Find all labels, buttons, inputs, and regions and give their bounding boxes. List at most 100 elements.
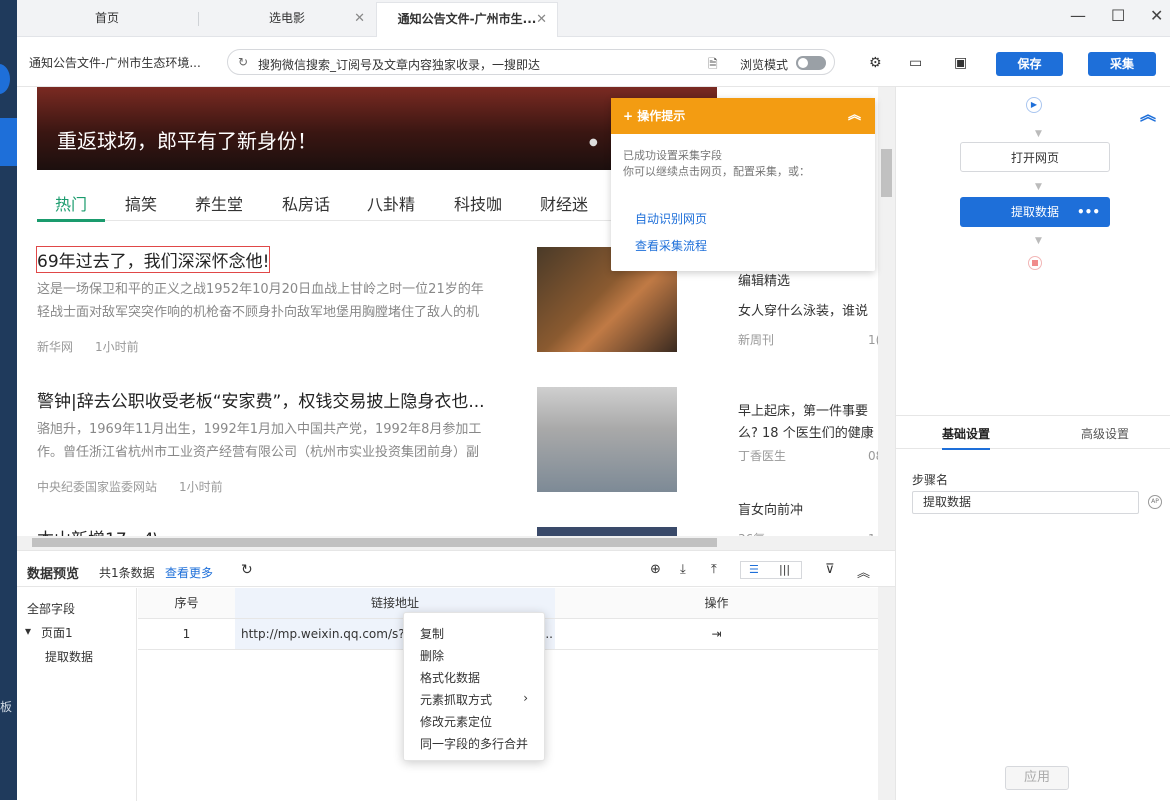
more-icon[interactable]: ••• [1077, 197, 1100, 227]
operation-tip-popup: + 操作提示 ︽ 已成功设置采集字段 你可以继续点击网页，配置采集，或： 自动识别网… [611, 98, 875, 271]
layout-horizontal-icon[interactable]: ▭ [909, 55, 922, 71]
close-icon[interactable]: ✕ [536, 3, 547, 36]
page-vertical-scrollbar[interactable] [878, 87, 895, 536]
sidebar-active-item[interactable] [0, 118, 17, 166]
banner-title: 重返球场，郎平有了新身份！ [57, 129, 317, 153]
context-menu: 复制 删除 格式化数据 元素抓取方式 › 修改元素定位 同一字段的多行合并 [403, 612, 545, 761]
add-field-icon[interactable]: ⊕ [650, 562, 661, 577]
export-icon[interactable]: ⤒ [711, 562, 717, 577]
popup-header: + 操作提示 ︽ [611, 98, 875, 134]
window-close-icon[interactable]: ✕ [1150, 6, 1163, 25]
column-view-icon[interactable]: ||| [779, 563, 790, 576]
chevron-up-icon[interactable]: ︽ [857, 562, 870, 581]
step-name-input[interactable]: 提取数据 [912, 491, 1139, 514]
view-flow-link[interactable]: 查看采集流程 [635, 237, 707, 254]
article-title[interactable]: 警钟|辞去公职收受老板“安家费”，权钱交易披上隐身衣也... [37, 387, 517, 412]
view-toggle-group: ☰ ||| [740, 561, 802, 579]
menu-element-capture[interactable]: 元素抓取方式 [420, 691, 492, 708]
tab-basic-settings[interactable]: 基础设置 [942, 425, 991, 450]
nav-funny[interactable]: 搞笑 [125, 191, 157, 215]
minimize-icon[interactable]: — [1070, 6, 1086, 25]
close-icon[interactable]: ✕ [354, 0, 365, 37]
article-item[interactable]: 警钟|辞去公职收受老板“安家费”，权钱交易披上隐身衣也... 骆旭升，1969年… [37, 387, 517, 495]
tree-field[interactable]: 提取数据 [45, 648, 93, 665]
article-title[interactable]: 69年过去了，我们深深怀念他! [35, 246, 271, 273]
layout-window-icon[interactable]: ▣ [954, 55, 967, 71]
side-title-line2[interactable]: 么? 18 个医生们的健康 [738, 423, 895, 445]
list-view-icon[interactable]: ☰ [749, 563, 759, 576]
tab-select-movie-label: 选电影 [268, 11, 305, 25]
article-meta: 中央纪委国家监委网站 1小时前 [37, 480, 223, 494]
preview-title: 数据预览 [27, 567, 80, 582]
page-horizontal-scrollbar[interactable] [17, 536, 895, 550]
app-avatar[interactable] [0, 64, 10, 94]
scroll-thumb[interactable] [881, 149, 892, 197]
nav-private[interactable]: 私房话 [282, 191, 330, 215]
apply-button[interactable]: 应用 [1005, 766, 1069, 790]
search-placeholder: 搜狗微信搜索_订阅号及文章内容独家收录，一搜即达 [258, 58, 541, 72]
step-name-label: 步骤名 [912, 473, 949, 487]
preview-vertical-scrollbar[interactable] [878, 587, 895, 800]
refresh-icon[interactable]: ↻ [241, 562, 253, 578]
address-search-input[interactable]: ↻ 搜狗微信搜索_订阅号及文章内容独家收录，一搜即达 🗎 浏览模式 [227, 49, 835, 75]
side-title[interactable]: 早上起床，第一件事要 [738, 401, 895, 423]
tab-bar: 首页 选电影 ✕ 通知公告文件-广州市生... ✕ — ☐ ✕ [17, 0, 1170, 37]
nav-health[interactable]: 养生堂 [195, 191, 243, 215]
tree-all-fields[interactable]: 全部字段 [27, 600, 75, 617]
play-icon[interactable]: ▶ [1026, 97, 1042, 113]
connector-arrow-icon: ▼ [1035, 236, 1042, 246]
view-more-link[interactable]: 查看更多 [165, 564, 213, 581]
tab-active-notice[interactable]: 通知公告文件-广州市生... ✕ [376, 2, 558, 37]
stop-icon[interactable] [1028, 256, 1042, 270]
document-icon[interactable]: 🗎 [708, 55, 718, 76]
tab-active-label: 通知公告文件-广州市生... [397, 12, 537, 26]
side-card[interactable]: 编辑精选 女人穿什么泳装，谁说 新周刊 1( [738, 271, 895, 351]
collapse-up-icon[interactable]: ︽ [1140, 101, 1156, 125]
maximize-icon[interactable]: ☐ [1111, 6, 1125, 25]
tab-select-movie[interactable]: 选电影 ✕ [199, 0, 375, 37]
menu-modify-locator[interactable]: 修改元素定位 [420, 713, 492, 730]
side-card[interactable]: 早上起床，第一件事要 么? 18 个医生们的健康 丁香医生 08 [738, 401, 895, 467]
settings-tabs: 基础设置 高级设置 [896, 415, 1170, 450]
cell-index: 1 [138, 619, 235, 650]
menu-copy[interactable]: 复制 [420, 625, 444, 642]
menu-merge-rows[interactable]: 同一字段的多行合并 [420, 735, 528, 752]
save-button[interactable]: 保存 [996, 52, 1063, 76]
tab-home-label: 首页 [94, 11, 119, 25]
chevron-up-icon[interactable]: ︽ [848, 98, 861, 134]
step-extract-label: 提取数据 [1010, 205, 1059, 219]
sidebar-label: 板 [0, 700, 13, 714]
tree-page[interactable]: 页面1 [41, 624, 73, 641]
side-header: 编辑精选 [738, 274, 791, 289]
auto-detect-link[interactable]: 自动识别网页 [635, 210, 707, 227]
step-open-page[interactable]: 打开网页 [960, 142, 1110, 172]
article-desc: 骆旭升，1969年11月出生，1992年1月加入中国共产党，1992年8月参加工… [37, 422, 482, 460]
gear-icon[interactable]: ⚙ [869, 55, 882, 71]
collect-button[interactable]: 采集 [1088, 52, 1156, 76]
carousel-dots[interactable]: ● [589, 137, 598, 148]
tab-home[interactable]: 首页 [17, 0, 197, 37]
article-item[interactable]: 69年过去了，我们深深怀念他! 这是一场保卫和平的正义之战1952年10月20日… [35, 246, 517, 355]
side-title[interactable]: 女人穿什么泳装，谁说 [738, 301, 895, 323]
step-extract-data[interactable]: 提取数据 ••• [960, 197, 1110, 227]
field-tree: 全部字段 ▾ 页面1 提取数据 [17, 588, 137, 801]
page-title: 通知公告文件-广州市生态环境... [29, 56, 201, 70]
menu-delete[interactable]: 删除 [420, 647, 444, 664]
filter-icon[interactable]: ⊽ [825, 562, 835, 577]
scroll-thumb[interactable] [32, 538, 717, 547]
browse-mode-toggle[interactable] [796, 56, 826, 70]
popup-text: 已成功设置采集字段 你可以继续点击网页，配置采集，或： [623, 149, 810, 178]
row-action-icon[interactable]: ⇥ [555, 619, 878, 650]
article-thumbnail[interactable] [537, 387, 677, 492]
nav-tech[interactable]: 科技咖 [454, 191, 502, 215]
ap-icon[interactable]: AP [1148, 495, 1162, 509]
tree-expand-icon[interactable]: ▾ [25, 624, 31, 638]
side-title[interactable]: 盲女向前冲 [738, 500, 895, 522]
nav-gossip[interactable]: 八卦精 [367, 191, 415, 215]
refresh-icon[interactable]: ↻ [238, 55, 248, 69]
nav-finance[interactable]: 财经迷 [540, 191, 588, 215]
menu-format-data[interactable]: 格式化数据 [420, 669, 480, 686]
import-icon[interactable]: ⤓ [680, 562, 686, 577]
nav-hot[interactable]: 热门 [36, 191, 106, 222]
tab-advanced-settings[interactable]: 高级设置 [1081, 425, 1129, 442]
